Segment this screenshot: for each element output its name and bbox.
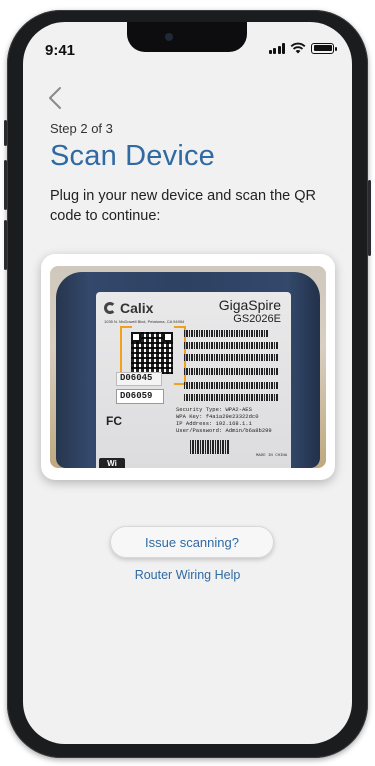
barcode: [190, 440, 230, 454]
made-in-text: MADE IN CHINA: [256, 454, 288, 458]
app-screen: 9:41 Step 2 of 3 Scan Device Plug in you…: [23, 22, 352, 744]
router-wiring-help-link[interactable]: Router Wiring Help: [23, 568, 352, 582]
chevron-left-icon[interactable]: [45, 84, 67, 112]
status-icons: [268, 42, 337, 54]
brand-text: Calix: [120, 300, 154, 316]
issue-scanning-button[interactable]: Issue scanning?: [110, 526, 274, 558]
model-name: GigaSpire: [218, 297, 281, 313]
wifi-alliance-logo: Wi: [99, 458, 125, 468]
code-top: D06045: [120, 373, 153, 383]
battery-icon: [311, 42, 337, 54]
scan-preview-card: Calix 1035 N. McDowell Blvd, Petaluma, C…: [41, 254, 335, 480]
barcode: [184, 394, 279, 401]
qr-code-icon: [131, 332, 173, 374]
wpa-key-line: WPA Key: f4a1a29e23322dc0: [176, 413, 259, 420]
camera: [165, 33, 173, 41]
volume-up-button: [4, 160, 7, 210]
security-info: Security Type: WPA2-AES WPA Key: f4a1a29…: [176, 406, 272, 434]
barcode: [184, 330, 269, 337]
wifi-icon: [290, 42, 306, 54]
volume-down-button: [4, 220, 7, 270]
page-title: Scan Device: [50, 140, 215, 172]
device-label-photo: Calix 1035 N. McDowell Blvd, Petaluma, C…: [50, 266, 326, 468]
device-label: Calix 1035 N. McDowell Blvd, Petaluma, C…: [96, 292, 291, 468]
calix-logo-icon: [104, 302, 116, 314]
instructions-text: Plug in your new device and scan the QR …: [50, 188, 316, 224]
address-text: 1035 N. McDowell Blvd, Petaluma, CA 9495…: [104, 319, 185, 324]
barcode: [184, 368, 279, 375]
signal-icon: [268, 42, 285, 54]
notch: [127, 22, 247, 52]
security-type-line: Security Type: WPA2-AES: [176, 406, 252, 413]
barcode: [184, 354, 279, 361]
barcode: [184, 382, 279, 389]
user-password-line: User/Password: Admin/b6a8b299: [176, 427, 272, 434]
ip-address-line: IP Address: 192.168.1.1: [176, 420, 252, 427]
power-button: [368, 180, 371, 256]
status-time: 9:41: [45, 42, 76, 59]
step-indicator: Step 2 of 3: [50, 121, 113, 136]
code-bottom: D06059: [120, 391, 153, 401]
device-body: Calix 1035 N. McDowell Blvd, Petaluma, C…: [56, 272, 320, 468]
fc-mark: FC: [106, 414, 122, 428]
barcode: [184, 342, 279, 349]
side-button: [4, 120, 7, 146]
model-number: GS2026E: [233, 313, 281, 325]
